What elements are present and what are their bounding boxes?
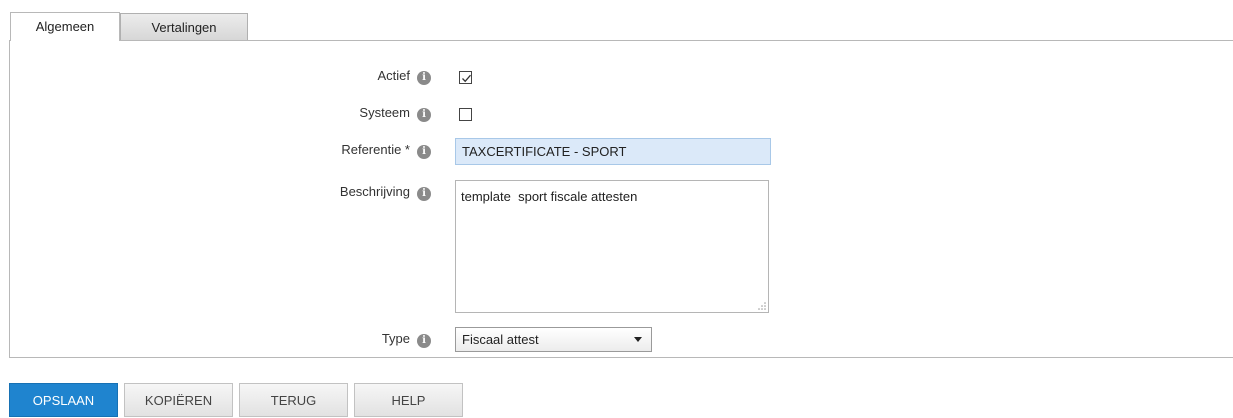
beschrijving-textarea[interactable]: template sport fiscale attesten	[455, 180, 769, 313]
help-button[interactable]: HELP	[354, 383, 463, 417]
check-icon	[462, 74, 471, 83]
type-select[interactable]: Fiscaal attest	[455, 327, 652, 352]
back-button[interactable]: TERUG	[239, 383, 348, 417]
info-icon[interactable]: i	[417, 108, 431, 122]
info-icon[interactable]: i	[417, 71, 431, 85]
type-selected-value: Fiscaal attest	[462, 332, 539, 347]
resize-grip-icon[interactable]	[758, 302, 766, 310]
systeem-label: Systeem	[359, 105, 410, 120]
type-label: Type	[381, 331, 410, 346]
save-button[interactable]: OPSLAAN	[9, 383, 118, 417]
referentie-label: Referentie *	[341, 142, 410, 157]
info-icon[interactable]: i	[417, 145, 431, 159]
chevron-down-icon	[634, 337, 642, 342]
actief-label: Actief	[377, 68, 410, 83]
systeem-checkbox[interactable]	[459, 108, 472, 121]
tab-algemeen[interactable]: Algemeen	[10, 12, 120, 41]
info-icon[interactable]: i	[417, 187, 431, 201]
beschrijving-label: Beschrijving	[339, 184, 410, 199]
tab-vertalingen[interactable]: Vertalingen	[120, 13, 248, 40]
beschrijving-value: template sport fiscale attesten	[461, 189, 638, 204]
referentie-input[interactable]	[455, 138, 771, 165]
copy-button[interactable]: KOPIËREN	[124, 383, 233, 417]
actief-checkbox[interactable]	[459, 71, 472, 84]
info-icon[interactable]: i	[417, 334, 431, 348]
